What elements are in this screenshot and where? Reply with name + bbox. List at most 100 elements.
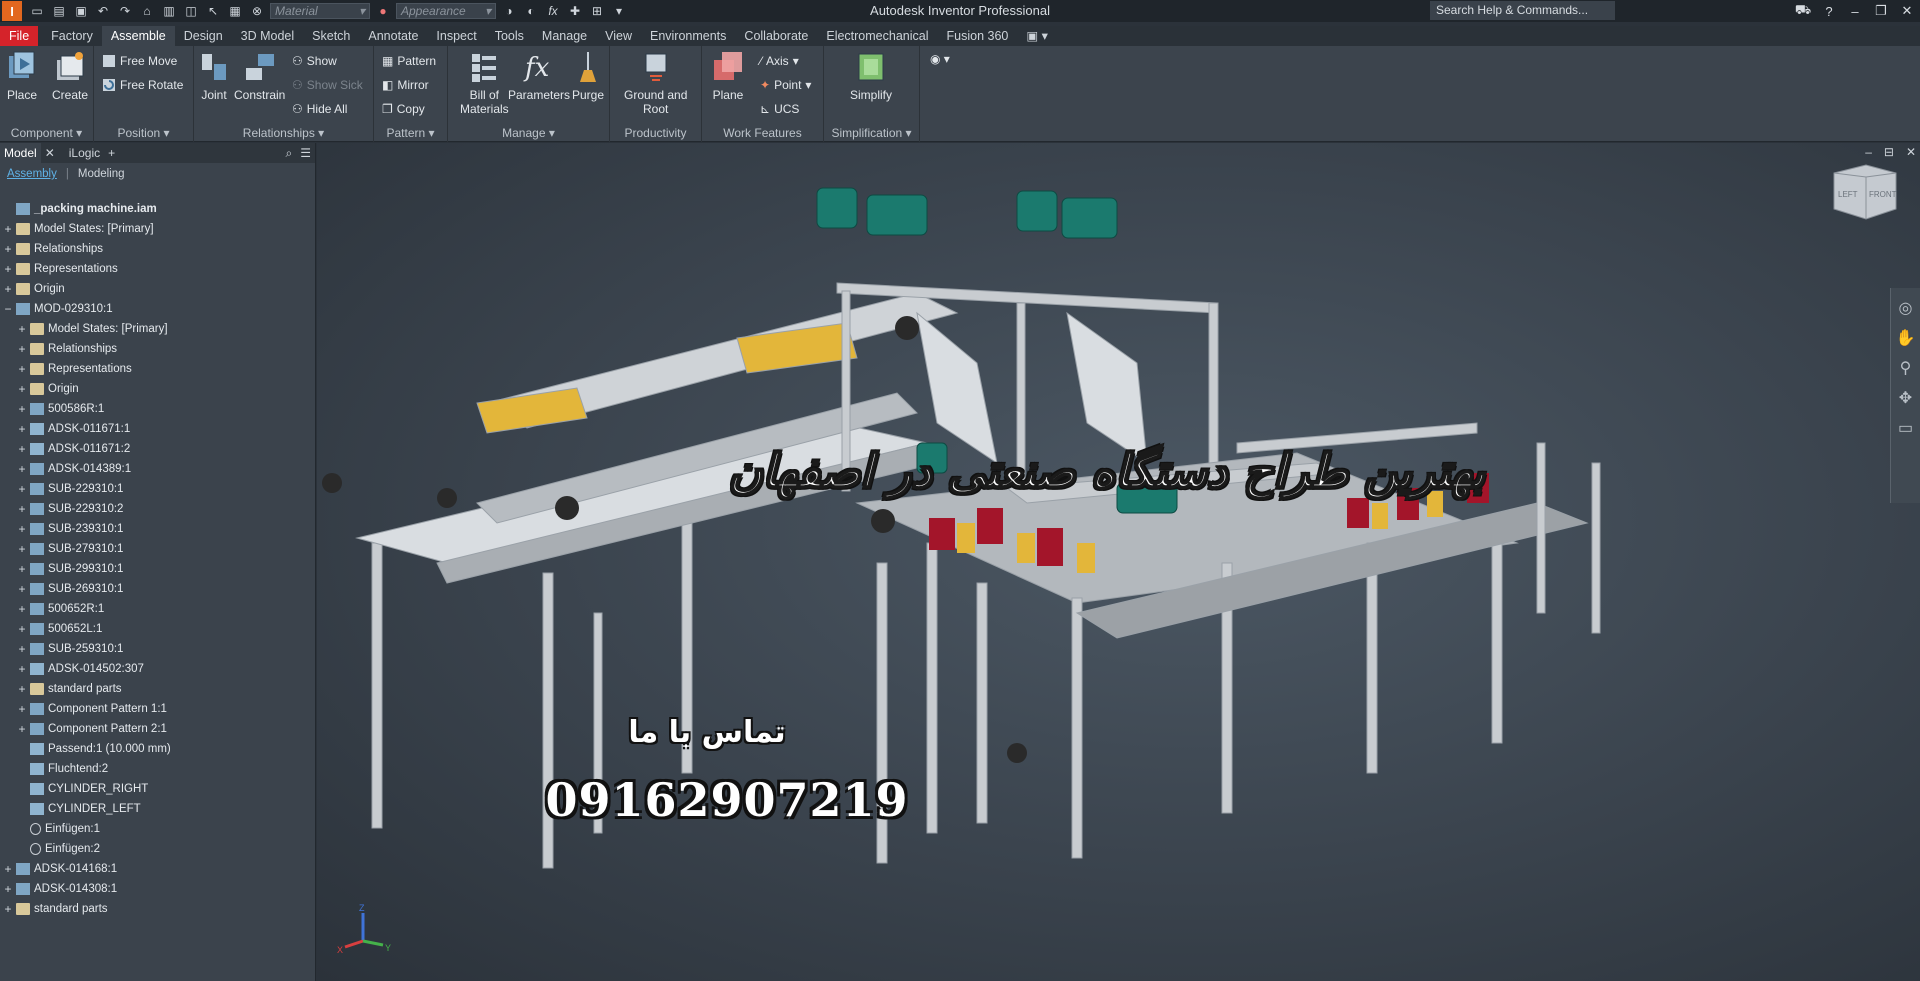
mirror-button[interactable]: ◧ Mirror bbox=[382, 76, 429, 94]
ucs-button[interactable]: ⊾ UCS bbox=[760, 100, 799, 118]
restore-icon[interactable]: ❐ bbox=[1868, 3, 1894, 19]
show-sick-button[interactable]: ⚇ Show Sick bbox=[292, 76, 363, 94]
tab-design[interactable]: Design bbox=[175, 26, 232, 46]
tree-row[interactable]: +500652L:1 bbox=[0, 619, 316, 639]
tab-3d-model[interactable]: 3D Model bbox=[232, 26, 304, 46]
parameters-button[interactable]: fx Parameters bbox=[508, 50, 570, 102]
tree-row[interactable]: + ADSK-011671:2 bbox=[0, 439, 316, 459]
expand-toggle-icon[interactable]: + bbox=[2, 862, 14, 876]
print-icon[interactable]: ▦ bbox=[226, 3, 244, 19]
expand-toggle-icon[interactable]: + bbox=[16, 662, 28, 676]
plane-button[interactable]: Plane bbox=[712, 50, 744, 102]
constrain-button[interactable]: Constrain bbox=[234, 50, 285, 102]
app-logo[interactable]: I bbox=[2, 1, 22, 21]
tree-row[interactable]: + SUB-299310:1 bbox=[0, 559, 316, 579]
tab-assemble[interactable]: Assemble bbox=[101, 26, 175, 46]
simplify-button[interactable]: Simplify bbox=[850, 50, 892, 102]
expand-toggle-icon[interactable]: + bbox=[16, 722, 28, 736]
expand-toggle-icon[interactable]: + bbox=[16, 682, 28, 696]
material-dropdown[interactable]: Material ▾ bbox=[270, 3, 370, 19]
tree-row[interactable]: + Origin bbox=[0, 279, 316, 299]
folder-icon[interactable]: ▥ bbox=[160, 3, 178, 19]
expand-toggle-icon[interactable]: − bbox=[2, 302, 14, 316]
subtab-assembly[interactable]: Assembly bbox=[4, 167, 60, 181]
tree-row[interactable]: + ADSK-014502:307 bbox=[0, 659, 316, 679]
select-icon[interactable]: ↖ bbox=[204, 3, 222, 19]
measure-icon[interactable]: ⊞ bbox=[588, 3, 606, 19]
tab-annotate[interactable]: Annotate bbox=[359, 26, 427, 46]
expand-toggle-icon[interactable]: + bbox=[16, 342, 28, 356]
pattern-panel-label[interactable]: Pattern ▾ bbox=[374, 126, 447, 140]
copy-button[interactable]: ❐ Copy bbox=[382, 100, 425, 118]
redo-icon[interactable]: ↷ bbox=[116, 3, 134, 19]
axis-button[interactable]: ⁄ Axis ▾ bbox=[760, 52, 799, 70]
expand-toggle-icon[interactable]: + bbox=[16, 702, 28, 716]
ground-and-root-button[interactable]: Ground and Root bbox=[624, 50, 687, 116]
expand-toggle-icon[interactable]: + bbox=[16, 642, 28, 656]
close-icon[interactable]: ✕ bbox=[1894, 3, 1920, 19]
tree-row[interactable]: _packing machine.iam bbox=[0, 199, 316, 219]
tab-fusion-360[interactable]: Fusion 360 bbox=[938, 26, 1018, 46]
tab-sketch[interactable]: Sketch bbox=[303, 26, 359, 46]
expand-toggle-icon[interactable]: + bbox=[16, 402, 28, 416]
tab-view[interactable]: View bbox=[596, 26, 641, 46]
camera-dropdown-icon[interactable]: ▣ ▾ bbox=[1017, 26, 1057, 46]
tree-row[interactable]: + SUB-229310:1 bbox=[0, 479, 316, 499]
tree-row[interactable]: + Representations bbox=[0, 359, 316, 379]
tab-factory[interactable]: Factory bbox=[42, 26, 102, 46]
tab-file[interactable]: File bbox=[0, 26, 39, 46]
tab-model[interactable]: Model bbox=[0, 143, 41, 163]
tree-row[interactable]: Einfügen:1 bbox=[0, 819, 316, 839]
tree-row[interactable]: Fluchtend:2 bbox=[0, 759, 316, 779]
expand-toggle-icon[interactable]: + bbox=[2, 222, 14, 236]
tab-electromechanical[interactable]: Electromechanical bbox=[817, 26, 937, 46]
expand-toggle-icon[interactable]: + bbox=[16, 562, 28, 576]
close-model-tab-icon[interactable]: ✕ bbox=[41, 143, 59, 163]
expand-toggle-icon[interactable]: + bbox=[2, 282, 14, 296]
tree-row[interactable]: + SUB-239310:1 bbox=[0, 519, 316, 539]
expand-toggle-icon[interactable]: + bbox=[2, 262, 14, 276]
tree-row[interactable]: − MOD-029310:1 bbox=[0, 299, 316, 319]
tree-row[interactable]: + standard parts bbox=[0, 899, 316, 919]
pattern-button[interactable]: ▦ Pattern bbox=[382, 52, 436, 70]
tab-inspect[interactable]: Inspect bbox=[427, 26, 485, 46]
tree-row[interactable]: + ADSK-014308:1 bbox=[0, 879, 316, 899]
appearance-icon[interactable]: ● bbox=[374, 3, 392, 19]
update-icon[interactable]: ◫ bbox=[182, 3, 200, 19]
tab-ilogic[interactable]: iLogic bbox=[65, 143, 104, 163]
tree-row[interactable]: Einfügen:2 bbox=[0, 839, 316, 859]
bill-of-materials-button[interactable]: Bill of Materials bbox=[460, 50, 509, 116]
ribbon-options-button[interactable]: ◉ ▾ bbox=[930, 50, 950, 68]
expand-toggle-icon[interactable]: + bbox=[16, 502, 28, 516]
graphics-viewport[interactable]: – ⊟ ✕ LEFT FRONT ◎ ✋ ⚲ ✥ ▭ بهترین طراح د… bbox=[317, 143, 1920, 981]
point-button[interactable]: ✦ Point ▾ bbox=[760, 76, 811, 94]
position-panel-label[interactable]: Position ▾ bbox=[94, 126, 193, 140]
clear-appearance-icon[interactable]: ◐ bbox=[522, 3, 540, 19]
tree-row[interactable]: + Relationships bbox=[0, 339, 316, 359]
expand-toggle-icon[interactable]: + bbox=[16, 482, 28, 496]
tree-row[interactable]: + ADSK-011671:1 bbox=[0, 419, 316, 439]
expand-toggle-icon[interactable]: + bbox=[16, 542, 28, 556]
subtab-modeling[interactable]: Modeling bbox=[75, 167, 128, 181]
expand-toggle-icon[interactable]: + bbox=[16, 602, 28, 616]
tree-row[interactable]: CYLINDER_RIGHT bbox=[0, 779, 316, 799]
show-button[interactable]: ⚇ Show bbox=[292, 52, 337, 70]
tree-row[interactable]: Passend:1 (10.000 mm) bbox=[0, 739, 316, 759]
expand-toggle-icon[interactable]: + bbox=[2, 902, 14, 916]
new-file-icon[interactable]: ▭ bbox=[28, 3, 46, 19]
expand-toggle-icon[interactable]: + bbox=[16, 322, 28, 336]
cancel-icon[interactable]: ⊗ bbox=[248, 3, 266, 19]
free-rotate-button[interactable]: Free Rotate bbox=[102, 76, 183, 94]
menu-icon[interactable]: ☰ bbox=[296, 143, 315, 163]
simplification-panel-label[interactable]: Simplification ▾ bbox=[824, 126, 919, 140]
tree-row[interactable]: + standard parts bbox=[0, 679, 316, 699]
save-icon[interactable]: ▣ bbox=[72, 3, 90, 19]
minimize-icon[interactable]: – bbox=[1842, 4, 1868, 19]
add-tab-icon[interactable]: + bbox=[104, 143, 119, 163]
expand-toggle-icon[interactable]: + bbox=[16, 622, 28, 636]
cart-icon[interactable]: ⛟ bbox=[1790, 2, 1816, 20]
expand-toggle-icon[interactable]: + bbox=[2, 242, 14, 256]
expand-toggle-icon[interactable]: + bbox=[16, 382, 28, 396]
free-move-button[interactable]: Free Move bbox=[102, 52, 177, 70]
expand-toggle-icon[interactable]: + bbox=[16, 362, 28, 376]
